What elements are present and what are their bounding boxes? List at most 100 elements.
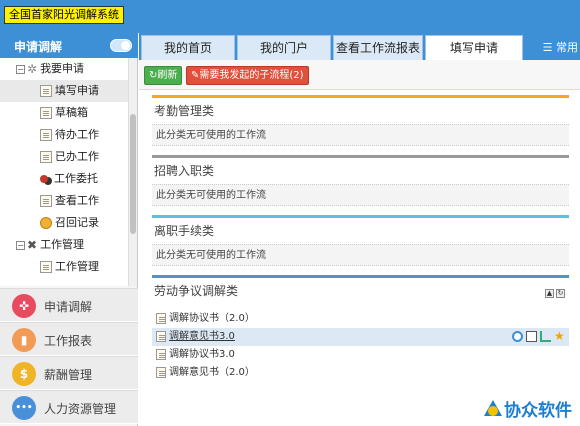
tree-label: 我要申请 xyxy=(40,62,85,75)
flowchart-icon[interactable] xyxy=(540,331,551,342)
tree-item-todo[interactable]: 待办工作 xyxy=(0,124,128,146)
top-bar: 全国首家阳光调解系统 xyxy=(0,0,580,33)
tree-label: 草稿箱 xyxy=(55,106,88,119)
workflow-label: 调解协议书（2.0） xyxy=(169,313,255,324)
category-title: 劳动争议调解类 xyxy=(154,284,239,298)
workflow-item[interactable]: 调解意见书3.0 ★ xyxy=(152,328,569,346)
workflow-list: 调解协议书（2.0） 调解意见书3.0 ★ 调解协议书3.0 调解意见书（2.0… xyxy=(152,310,569,382)
document-icon xyxy=(156,348,166,360)
tree-label: 待办工作 xyxy=(55,128,99,141)
clock-icon[interactable] xyxy=(512,331,523,342)
workflow-label: 调解协议书3.0 xyxy=(169,349,235,360)
tab-more-label: 常用 xyxy=(556,41,578,54)
tree-folder-work-manage[interactable]: − ✖ 工作管理 xyxy=(0,234,128,256)
logo-text: 协众软件 xyxy=(504,401,572,421)
refresh-small-icon[interactable]: ↻ xyxy=(556,289,565,298)
recall-icon xyxy=(40,217,52,229)
sidebar-scrollbar[interactable] xyxy=(128,58,137,286)
category-recruitment: 招聘入职类 此分类无可使用的工作流 xyxy=(152,155,569,206)
category-title: 招聘入职类 xyxy=(154,164,215,178)
tree-label: 召回记录 xyxy=(55,216,99,229)
module-salary[interactable]: $ 薪酬管理 xyxy=(0,356,138,390)
tree-label: 工作管理 xyxy=(40,238,85,251)
module-label: 工作报表 xyxy=(44,334,93,348)
star-icon[interactable]: ★ xyxy=(554,330,565,342)
tree-label: 查看工作 xyxy=(55,194,99,207)
module-hr[interactable]: ••• 人力资源管理 xyxy=(0,390,138,424)
tab-my-portal[interactable]: 我的门户 xyxy=(237,35,331,60)
category-empty-text: 此分类无可使用的工作流 xyxy=(152,184,569,206)
module-label: 人力资源管理 xyxy=(44,402,117,416)
handshake-icon: ✜ xyxy=(12,294,36,318)
collapse-up-icon[interactable]: ▲ xyxy=(545,289,554,298)
document-icon xyxy=(156,330,166,342)
category-attendance: 考勤管理类 此分类无可使用的工作流 xyxy=(152,95,569,146)
users-icon xyxy=(40,175,48,183)
tree-item-done[interactable]: 已办工作 xyxy=(0,146,128,168)
tree-item-fill-application[interactable]: 填写申请 xyxy=(0,80,128,102)
document-icon xyxy=(40,107,52,119)
workflow-item[interactable]: 调解协议书（2.0） xyxy=(152,310,569,328)
document-icon xyxy=(156,366,166,378)
tree-item-recall[interactable]: 召回记录 xyxy=(0,212,128,234)
sidebar-header: 申请调解 xyxy=(0,33,138,58)
category-empty-text: 此分类无可使用的工作流 xyxy=(152,124,569,146)
subflow-button[interactable]: ✎需要我发起的子流程(2) xyxy=(186,66,309,85)
category-resignation: 离职手续类 此分类无可使用的工作流 xyxy=(152,215,569,266)
module-apply-mediation[interactable]: ✜ 申请调解 xyxy=(0,288,138,322)
category-controls: ▲ ↻ xyxy=(543,285,565,298)
tab-bar: 我的首页 我的门户 查看工作流报表 填写申请 ☰ 常用 xyxy=(139,33,580,60)
sidebar-title: 申请调解 xyxy=(14,40,63,54)
scrollbar-thumb[interactable] xyxy=(130,114,136,234)
module-label: 薪酬管理 xyxy=(44,368,93,382)
gear-icon: ✲ xyxy=(27,62,38,76)
tab-more-menu[interactable]: ☰ 常用 xyxy=(543,39,578,55)
main-content: 考勤管理类 此分类无可使用的工作流 招聘入职类 此分类无可使用的工作流 离职手续… xyxy=(139,90,580,426)
menu-icon: ☰ xyxy=(542,41,553,54)
tree-label: 填写申请 xyxy=(55,84,99,97)
module-label: 申请调解 xyxy=(44,300,93,314)
tree-label: 已办工作 xyxy=(55,150,99,163)
collapse-icon[interactable]: − xyxy=(16,240,25,250)
brand-logo: 协众软件 xyxy=(482,396,572,422)
document-icon xyxy=(40,195,52,207)
workflow-item[interactable]: 调解协议书3.0 xyxy=(152,346,569,364)
app-title: 全国首家阳光调解系统 xyxy=(4,6,124,24)
more-dots-icon: ••• xyxy=(12,396,36,420)
tree-folder-apply[interactable]: − ✲ 我要申请 xyxy=(0,58,128,80)
module-work-reports[interactable]: ▮ 工作报表 xyxy=(0,322,138,356)
toolbar: ↻刷新 ✎需要我发起的子流程(2) xyxy=(139,60,580,90)
workflow-label: 调解意见书（2.0） xyxy=(169,367,255,378)
tree-label: 工作管理 xyxy=(55,260,99,273)
workflow-label: 调解意见书3.0 xyxy=(169,331,235,342)
money-bag-icon: $ xyxy=(12,362,36,386)
tree-item-drafts[interactable]: 草稿箱 xyxy=(0,102,128,124)
tree-item-view-work[interactable]: 查看工作 xyxy=(0,190,128,212)
document-icon xyxy=(40,151,52,163)
chart-icon: ▮ xyxy=(12,328,36,352)
subflow-label: 需要我发起的子流程(2) xyxy=(199,70,304,81)
document-edit-icon xyxy=(40,85,52,97)
tab-fill-application[interactable]: 填写申请 xyxy=(425,35,523,60)
tree-label: 工作委托 xyxy=(54,172,98,185)
sidebar-toggle[interactable] xyxy=(110,39,132,52)
document-icon xyxy=(40,129,52,141)
tab-my-home[interactable]: 我的首页 xyxy=(141,35,235,60)
workflow-item[interactable]: 调解意见书（2.0） xyxy=(152,364,569,382)
category-title: 离职手续类 xyxy=(154,224,215,238)
tools-icon: ✖ xyxy=(27,238,38,252)
form-icon[interactable] xyxy=(526,331,537,342)
collapse-icon[interactable]: − xyxy=(16,64,25,74)
refresh-label: 刷新 xyxy=(157,70,178,81)
nav-tree: − ✲ 我要申请 填写申请 草稿箱 待办工作 已办工作 工作委托 查看工作 召回记录… xyxy=(0,58,128,286)
category-title: 考勤管理类 xyxy=(154,104,215,118)
document-icon xyxy=(40,261,52,273)
tree-item-delegate[interactable]: 工作委托 xyxy=(0,168,128,190)
tab-workflow-report[interactable]: 查看工作流报表 xyxy=(333,35,423,60)
category-labor-dispute: 劳动争议调解类 ▲ ↻ xyxy=(152,275,569,304)
tree-item-work-manage[interactable]: 工作管理 xyxy=(0,256,128,278)
document-icon xyxy=(156,312,166,324)
category-empty-text: 此分类无可使用的工作流 xyxy=(152,244,569,266)
refresh-button[interactable]: ↻刷新 xyxy=(144,66,183,85)
sidebar: 申请调解 − ✲ 我要申请 填写申请 草稿箱 待办工作 已办工作 工作委托 查看工作… xyxy=(0,33,138,426)
